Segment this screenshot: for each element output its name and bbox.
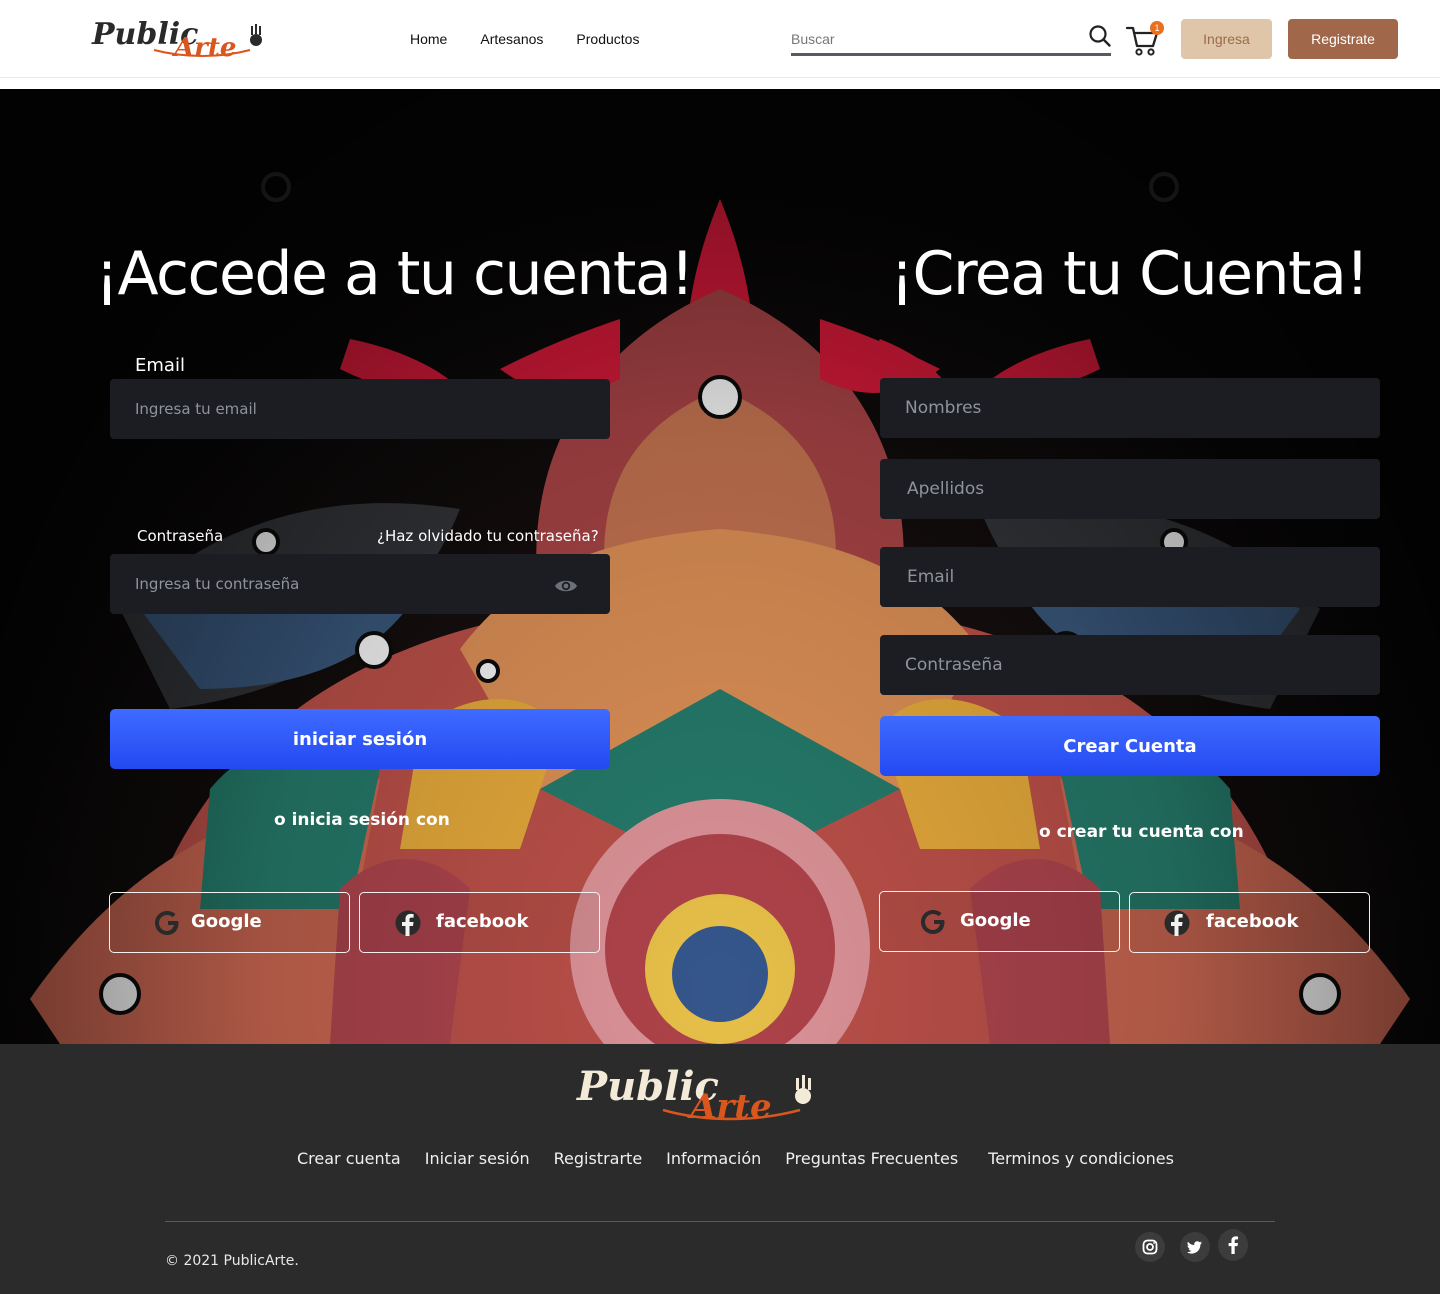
facebook-icon: [395, 910, 421, 936]
nav-home[interactable]: Home: [410, 31, 447, 47]
login-title: ¡Accede a tu cuenta!: [95, 239, 694, 309]
signup-facebook-button[interactable]: facebook: [1129, 892, 1370, 953]
signup-alt-text: o crear tu cuenta con: [1039, 822, 1244, 842]
logo-graphic: Public Arte: [91, 17, 262, 63]
google-label: Google: [960, 910, 1031, 931]
email-label: Email: [135, 355, 185, 376]
footer-link-informacion[interactable]: Información: [666, 1149, 761, 1168]
signup-title: ¡Crea tu Cuenta!: [890, 239, 1369, 309]
google-icon: [921, 910, 945, 934]
login-password-input[interactable]: [110, 554, 610, 614]
site-footer: Public Arte Crear cuenta Iniciar sesión …: [0, 1044, 1440, 1294]
main-nav: Home Artesanos Productos: [410, 31, 639, 47]
forgot-password-link[interactable]: ¿Haz olvidado tu contraseña?: [377, 527, 599, 545]
facebook-label: facebook: [436, 911, 529, 932]
footer-logo-graphic: Public Arte: [576, 1063, 811, 1127]
footer-link-crear-cuenta[interactable]: Crear cuenta: [297, 1149, 401, 1168]
signup-email-input[interactable]: [880, 547, 1380, 607]
instagram-icon[interactable]: [1135, 1232, 1165, 1262]
footer-link-terms[interactable]: Terminos y condiciones: [988, 1149, 1174, 1168]
search-bar: [791, 22, 1111, 56]
site-header: Public Arte Home Artesanos Productos 1 I…: [0, 0, 1440, 78]
password-label: Contraseña: [137, 527, 224, 545]
login-submit-button[interactable]: iniciar sesión: [110, 709, 610, 769]
register-button[interactable]: Registrate: [1288, 19, 1398, 59]
search-input[interactable]: [791, 28, 1081, 50]
auth-section: ¡Accede a tu cuenta! Email Contraseña ¿H…: [0, 89, 1440, 1044]
publicarte-logo[interactable]: Public Arte: [90, 14, 266, 63]
copyright-text: © 2021 PublicArte.: [165, 1253, 299, 1269]
nav-productos[interactable]: Productos: [576, 31, 639, 47]
twitter-icon[interactable]: [1180, 1232, 1210, 1262]
facebook-icon[interactable]: [1218, 1229, 1248, 1261]
eye-icon[interactable]: [554, 574, 578, 598]
signup-lastnames-input[interactable]: [880, 459, 1380, 519]
signup-google-button[interactable]: Google: [879, 891, 1120, 952]
facebook-label: facebook: [1206, 911, 1299, 932]
footer-link-faq[interactable]: Preguntas Frecuentes: [785, 1149, 958, 1168]
google-icon: [155, 911, 179, 935]
signup-password-input[interactable]: [880, 635, 1380, 695]
signup-submit-button[interactable]: Crear Cuenta: [880, 716, 1380, 776]
search-icon[interactable]: [1088, 24, 1112, 48]
google-label: Google: [191, 911, 262, 932]
login-google-button[interactable]: Google: [109, 892, 350, 953]
nav-artesanos[interactable]: Artesanos: [480, 31, 543, 47]
footer-link-registrarte[interactable]: Registrarte: [554, 1149, 643, 1168]
login-facebook-button[interactable]: facebook: [359, 892, 600, 953]
footer-logo[interactable]: Public Arte: [575, 1062, 821, 1127]
facebook-icon: [1164, 910, 1190, 936]
footer-link-iniciar-sesion[interactable]: Iniciar sesión: [425, 1149, 530, 1168]
signup-names-input[interactable]: [880, 378, 1380, 438]
login-button[interactable]: Ingresa: [1181, 19, 1272, 59]
svg-text:Arte: Arte: [171, 33, 236, 62]
footer-divider: [165, 1221, 1275, 1222]
login-alt-text: o inicia sesión con: [274, 810, 450, 830]
footer-nav: Crear cuenta Iniciar sesión Registrarte …: [297, 1149, 1174, 1168]
cart-count-badge: 1: [1150, 21, 1164, 35]
login-email-input[interactable]: [110, 379, 610, 439]
